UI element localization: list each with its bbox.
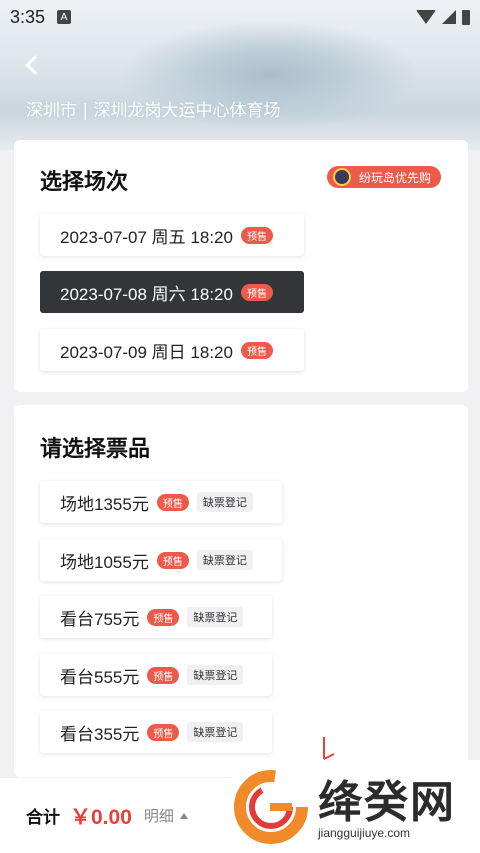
total-label: 合计 (26, 808, 60, 828)
chevron-left-icon (25, 55, 45, 75)
presale-tag: 预售 (240, 283, 273, 301)
ticket-label: 看台555元 (60, 667, 140, 687)
ticket-option[interactable]: 看台755元 预售 缺票登记 (40, 596, 272, 638)
detail-button[interactable]: 明细 (144, 805, 174, 826)
watermark-url: jiangguijiuye.com (318, 826, 411, 840)
ticket-option[interactable]: 看台555元 预售 缺票登记 (40, 654, 272, 696)
presale-tag: 预售 (240, 226, 273, 244)
caret-up-icon[interactable] (179, 812, 188, 819)
ticket-section-title: 请选择票品 (40, 437, 151, 462)
total-price: ￥0.00 (70, 805, 132, 829)
status-icons (416, 9, 470, 25)
ticket-label: 场地1355元 (60, 494, 149, 514)
waitlist-register-button[interactable]: 缺票登记 (196, 550, 253, 570)
session-label: 2023-07-08 周六 18:20 (60, 284, 233, 304)
waitlist-register-button[interactable]: 缺票登记 (187, 665, 244, 685)
ticket-option[interactable]: 场地1055元 预售 缺票登记 (40, 539, 282, 581)
venue-title: 深圳市 | 深圳龙岗大运中心体育场 (26, 101, 281, 121)
waitlist-register-button[interactable]: 缺票登记 (187, 722, 244, 742)
ticket-label: 场地1055元 (60, 552, 149, 572)
session-option-selected[interactable]: 2023-07-08 周六 18:20 预售 (40, 271, 304, 313)
presale-tag: 预售 (156, 551, 189, 569)
ticket-option[interactable]: 看台355元 预售 缺票登记 (40, 711, 272, 753)
presale-tag: 预售 (147, 723, 180, 741)
session-option[interactable]: 2023-07-09 周日 18:20 预售 (40, 329, 304, 371)
ticket-card: 请选择票品 场地1355元 预售 缺票登记 场地1055元 预售 缺票登记 看台… (14, 405, 468, 777)
session-card: 选择场次 纷玩岛优先购 2023-07-07 周五 18:20 预售 2023-… (14, 140, 468, 392)
session-label: 2023-07-09 周日 18:20 (60, 342, 233, 362)
mascot-icon (332, 168, 351, 186)
session-option[interactable]: 2023-07-07 周五 18:20 预售 (40, 214, 304, 256)
watermark: 绛癸网 jiangguijiuye.com (230, 760, 480, 853)
signal-icon (442, 10, 456, 24)
session-label: 2023-07-07 周五 18:20 (60, 227, 233, 247)
ticket-label: 看台355元 (60, 724, 140, 744)
ticket-option[interactable]: 场地1355元 预售 缺票登记 (40, 481, 282, 523)
presale-tag: 预售 (147, 608, 180, 626)
back-button[interactable] (22, 52, 48, 78)
battery-icon (462, 9, 470, 25)
waitlist-register-button[interactable]: 缺票登记 (187, 607, 244, 627)
waitlist-register-button[interactable]: 缺票登记 (196, 492, 253, 512)
status-time: 3:35 (10, 6, 46, 27)
watermark-logo-icon (234, 769, 308, 844)
notification-icon: A (57, 10, 72, 24)
presale-tag: 预售 (240, 341, 273, 359)
presale-tag: 预售 (147, 666, 180, 684)
priority-purchase-badge[interactable]: 纷玩岛优先购 (326, 166, 441, 188)
watermark-title: 绛癸网 (318, 777, 456, 828)
ticket-label: 看台755元 (60, 609, 140, 629)
priority-badge-label: 纷玩岛优先购 (358, 170, 431, 185)
wifi-icon (416, 10, 436, 24)
status-bar: 3:35 A (0, 0, 480, 34)
session-section-title: 选择场次 (40, 170, 129, 195)
presale-tag: 预售 (156, 493, 189, 511)
